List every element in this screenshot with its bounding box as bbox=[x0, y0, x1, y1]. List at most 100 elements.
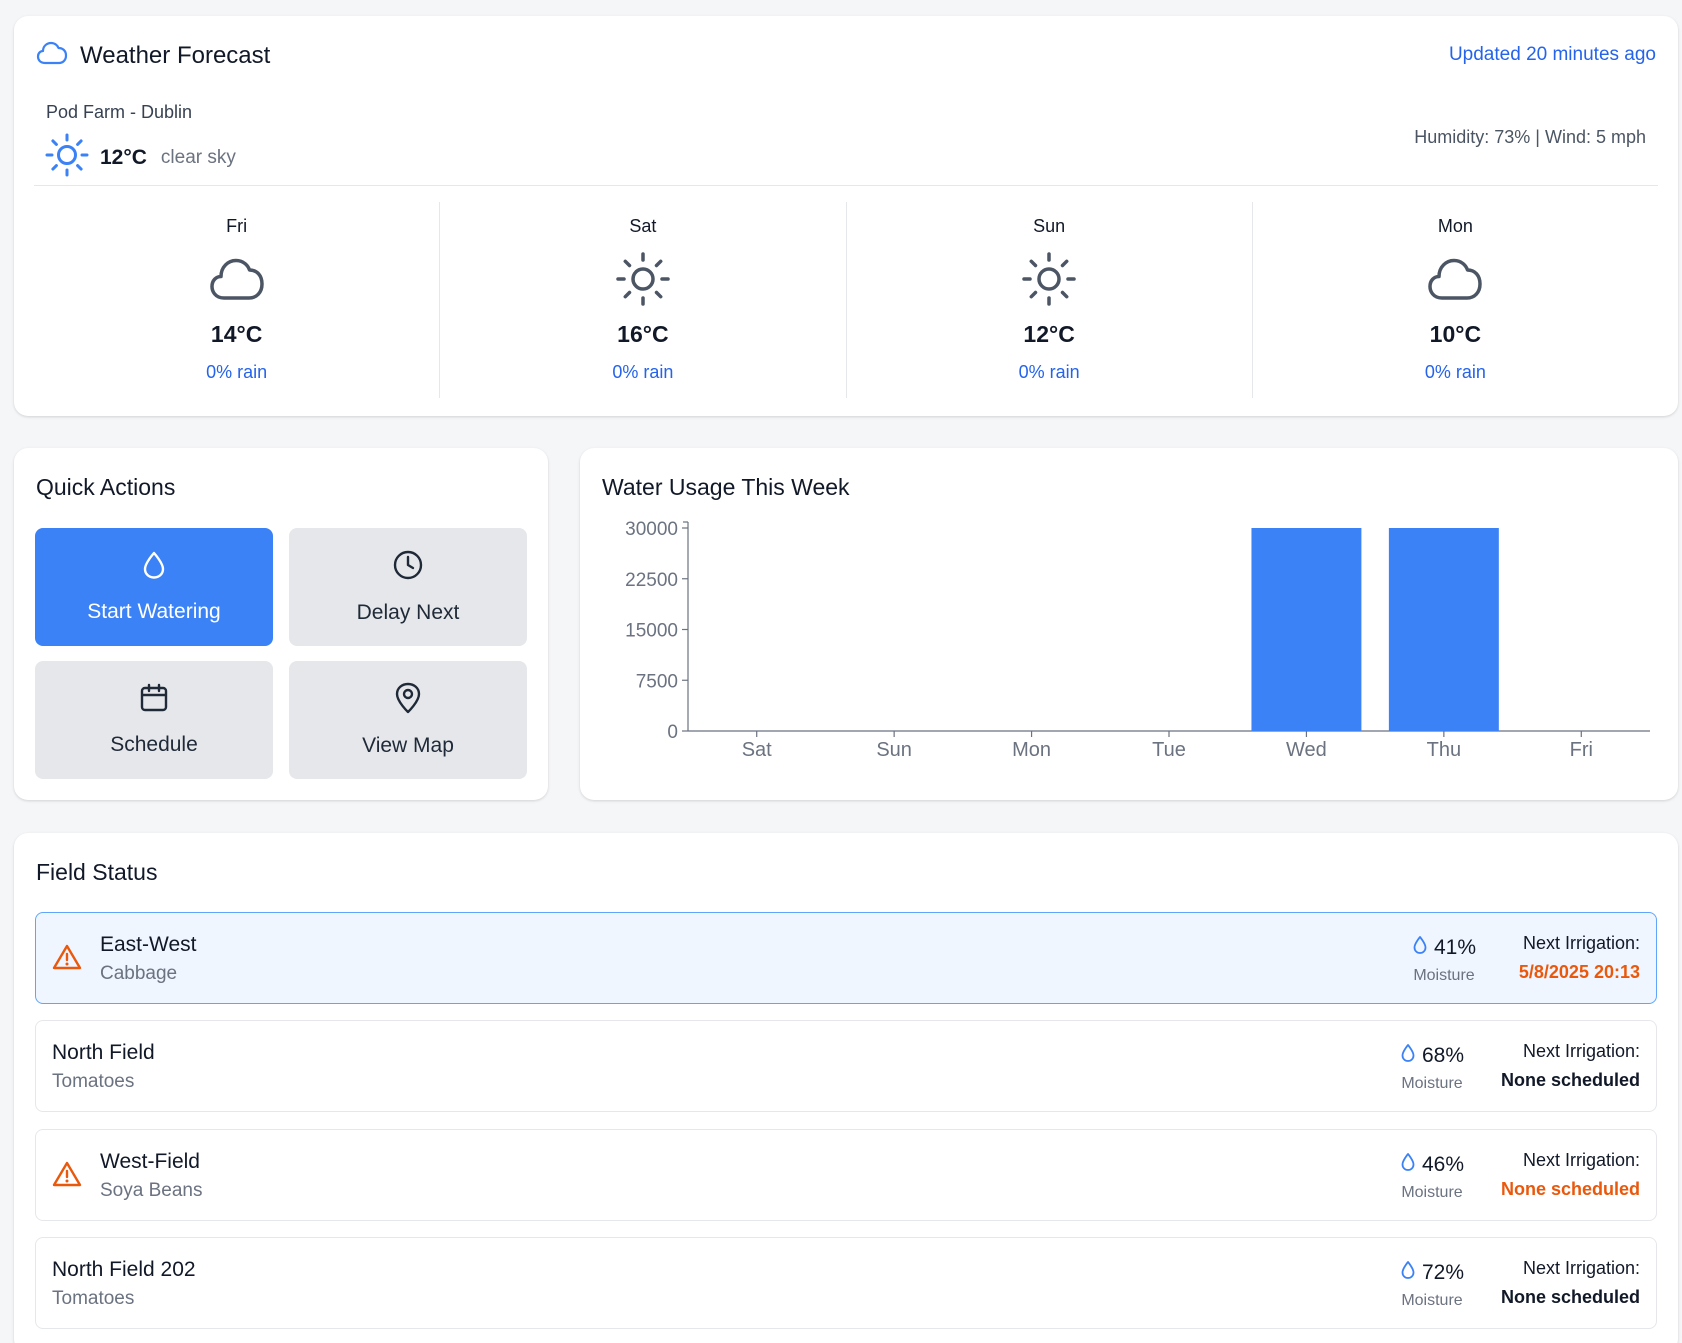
droplet-icon bbox=[1400, 1260, 1416, 1286]
bar-wed[interactable] bbox=[1251, 528, 1362, 731]
next-irrigation-value: 5/8/2025 20:13 bbox=[1518, 962, 1640, 982]
next-irrigation: Next Irrigation: None scheduled bbox=[1501, 1150, 1640, 1200]
forecast-day: Sun 12°C 0% rain bbox=[847, 202, 1253, 398]
next-irrigation-label: Next Irrigation: bbox=[1522, 1258, 1640, 1278]
droplet-icon bbox=[1400, 1043, 1416, 1069]
moisture-reading: 46% Moisture bbox=[1392, 1152, 1472, 1202]
start-watering-button[interactable]: Start Watering bbox=[35, 528, 273, 646]
quick-actions-card: Quick Actions Start Watering Delay Next … bbox=[14, 448, 548, 800]
forecast-day: Mon 10°C 0% rain bbox=[1253, 202, 1658, 398]
quick-actions-title: Quick Actions bbox=[36, 474, 176, 500]
warning-icon bbox=[52, 943, 82, 976]
schedule-label: Schedule bbox=[110, 733, 198, 756]
moisture-reading: 68% Moisture bbox=[1392, 1043, 1472, 1093]
field-crop: Soya Beans bbox=[100, 1180, 203, 1201]
next-irrigation: Next Irrigation: 5/8/2025 20:13 bbox=[1519, 933, 1640, 983]
next-irrigation-value: None scheduled bbox=[1500, 1287, 1640, 1307]
view-map-button[interactable]: View Map bbox=[289, 661, 527, 779]
y-tick-label: 15000 bbox=[625, 621, 678, 642]
humidity-wind: Humidity: 73% | Wind: 5 mph bbox=[1414, 127, 1646, 147]
forecast-rain: 0% rain bbox=[1018, 362, 1080, 382]
warning-icon bbox=[52, 1160, 82, 1193]
water-usage-card: Water Usage This Week 0 7500 15000 22500 300… bbox=[580, 448, 1678, 800]
cloud-icon bbox=[36, 40, 68, 71]
next-irrigation: Next Irrigation: None scheduled bbox=[1501, 1041, 1640, 1091]
next-irrigation-value: None scheduled bbox=[1500, 1070, 1640, 1090]
schedule-button[interactable]: Schedule bbox=[35, 661, 273, 779]
forecast-day-name: Mon bbox=[1437, 216, 1473, 236]
field-row[interactable]: North Field Tomatoes 68% Moisture Next Irrig… bbox=[35, 1020, 1657, 1112]
field-name: North Field bbox=[52, 1041, 155, 1064]
forecast-day-name: Sat bbox=[629, 216, 657, 236]
clock-icon bbox=[392, 549, 424, 587]
field-row[interactable]: North Field 202 Tomatoes 72% Moisture Next I… bbox=[35, 1237, 1657, 1329]
sun-icon bbox=[615, 249, 671, 309]
bar-thu[interactable] bbox=[1388, 528, 1499, 731]
delay-next-label: Delay Next bbox=[356, 601, 460, 624]
x-tick-label: Sat bbox=[742, 739, 772, 761]
x-tick-label: Tue bbox=[1152, 739, 1186, 761]
moisture-value: 72% bbox=[1421, 1261, 1465, 1284]
moisture-label: Moisture bbox=[1413, 967, 1475, 984]
field-row[interactable]: East-West Cabbage 41% Moisture Next Irrigati… bbox=[35, 912, 1657, 1004]
forecast-day: Sat 16°C 0% rain bbox=[440, 202, 847, 398]
map-pin-icon bbox=[394, 682, 422, 720]
view-map-label: View Map bbox=[362, 734, 454, 757]
field-row[interactable]: West-Field Soya Beans 46% Moisture Next Irri… bbox=[35, 1129, 1657, 1221]
field-status-title: Field Status bbox=[36, 859, 158, 885]
forecast-day: Fri 14°C 0% rain bbox=[34, 202, 441, 398]
field-crop: Cabbage bbox=[100, 963, 178, 984]
y-tick-label: 0 bbox=[667, 722, 678, 743]
moisture-label: Moisture bbox=[1401, 1184, 1463, 1201]
next-irrigation-label: Next Irrigation: bbox=[1522, 933, 1640, 953]
forecast-rain: 0% rain bbox=[206, 362, 268, 382]
moisture-reading: 41% Moisture bbox=[1404, 935, 1484, 985]
next-irrigation-value: None scheduled bbox=[1500, 1179, 1640, 1199]
farm-location: Pod Farm - Dublin bbox=[46, 102, 193, 122]
field-status-card: Field Status East-West Cabbage 41% Moisture… bbox=[14, 833, 1678, 1343]
droplet-icon bbox=[1400, 1152, 1416, 1178]
divider bbox=[34, 185, 1658, 186]
forecast-list: Fri 14°C 0% rain Sat 16°C 0% rain Sun 12… bbox=[34, 202, 1658, 398]
next-irrigation: Next Irrigation: None scheduled bbox=[1501, 1258, 1640, 1308]
next-irrigation-label: Next Irrigation: bbox=[1522, 1150, 1640, 1170]
weather-card: Weather Forecast Updated 20 minutes ago … bbox=[14, 16, 1678, 416]
x-tick-label: Sun bbox=[876, 739, 912, 761]
cloud-icon bbox=[1427, 249, 1483, 309]
weather-header: Weather Forecast bbox=[36, 40, 270, 71]
sun-icon bbox=[44, 132, 90, 183]
delay-next-button[interactable]: Delay Next bbox=[289, 528, 527, 646]
next-irrigation-label: Next Irrigation: bbox=[1522, 1041, 1640, 1061]
moisture-value: 68% bbox=[1421, 1044, 1465, 1067]
forecast-rain: 0% rain bbox=[612, 362, 674, 382]
y-tick-label: 22500 bbox=[625, 570, 678, 591]
droplet-icon bbox=[141, 550, 167, 586]
sun-icon bbox=[1021, 249, 1077, 309]
current-weather: 12°C clear sky bbox=[44, 132, 236, 183]
moisture-label: Moisture bbox=[1401, 1292, 1463, 1309]
field-crop: Tomatoes bbox=[52, 1288, 135, 1309]
forecast-day-name: Fri bbox=[226, 216, 248, 236]
x-tick-label: Wed bbox=[1286, 739, 1327, 761]
x-tick-label: Mon bbox=[1012, 739, 1051, 761]
x-tick-label: Thu bbox=[1427, 739, 1461, 761]
current-temp: 12°C bbox=[100, 145, 147, 169]
field-name: North Field 202 bbox=[52, 1258, 196, 1281]
water-usage-chart: 0 7500 15000 22500 30000 Sat Sun Mon Tue Wed Thu Fr… bbox=[625, 519, 1650, 761]
forecast-temp: 16°C bbox=[617, 321, 669, 347]
field-name: East-West bbox=[100, 933, 197, 956]
y-tick-label: 30000 bbox=[625, 519, 678, 540]
calendar-icon bbox=[139, 683, 169, 719]
forecast-rain: 0% rain bbox=[1424, 362, 1486, 382]
cloud-icon bbox=[209, 249, 265, 309]
moisture-reading: 72% Moisture bbox=[1392, 1260, 1472, 1310]
moisture-value: 41% bbox=[1433, 936, 1477, 959]
forecast-temp: 10°C bbox=[1429, 321, 1482, 347]
forecast-temp: 14°C bbox=[210, 321, 263, 347]
updated-time: Updated 20 minutes ago bbox=[1448, 44, 1656, 65]
field-crop: Tomatoes bbox=[52, 1071, 135, 1092]
moisture-value: 46% bbox=[1421, 1153, 1465, 1176]
moisture-label: Moisture bbox=[1401, 1075, 1463, 1092]
current-desc: clear sky bbox=[160, 146, 236, 168]
x-tick-label: Fri bbox=[1570, 739, 1593, 761]
